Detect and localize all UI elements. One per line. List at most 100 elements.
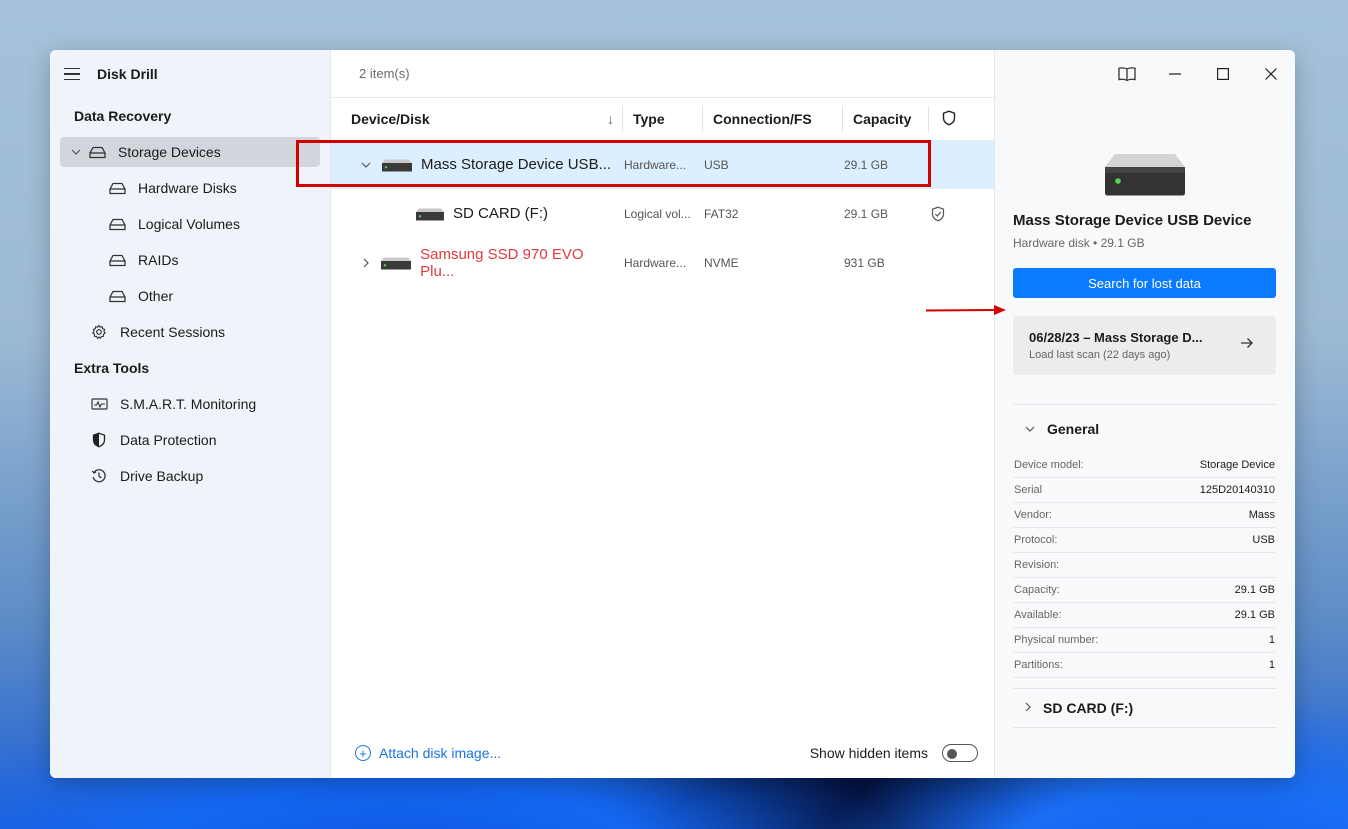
table-header: Device/Disk ↓ Type Connection/FS Capacit… [331, 98, 994, 140]
list-footer: + Attach disk image... Show hidden items [331, 728, 994, 778]
device-subtitle: Hardware disk • 29.1 GB [1013, 236, 1145, 250]
property-row: Partitions: 1 [1013, 653, 1276, 678]
last-scan-subtitle: Load last scan (22 days ago) [1029, 349, 1171, 361]
list-toolbar: 2 item(s) [331, 50, 994, 98]
sidebar-item-other[interactable]: Other [60, 278, 320, 314]
chevron-down-icon[interactable] [357, 162, 375, 168]
drive-icon [108, 251, 126, 269]
monitor-pulse-icon [90, 395, 108, 413]
column-connection-fs[interactable]: Connection/FS [703, 106, 843, 132]
device-connection: NVME [704, 255, 739, 270]
property-row: Revision: [1013, 553, 1276, 578]
table-row[interactable]: SD CARD (F:) Logical vol... FAT32 29.1 G… [331, 189, 994, 238]
general-section-toggle[interactable]: General [1013, 405, 1276, 453]
property-key: Physical number: [1014, 634, 1099, 646]
hard-drive-icon [415, 208, 445, 220]
property-key: Capacity: [1014, 584, 1060, 596]
device-list-pane: 2 item(s) Device/Disk ↓ Type Connection/… [331, 50, 995, 778]
history-icon [90, 467, 108, 485]
show-hidden-toggle[interactable] [942, 744, 978, 762]
chevron-down-icon [1025, 424, 1035, 435]
show-hidden-items: Show hidden items [810, 744, 978, 762]
sidebar-item-raids[interactable]: RAIDs [60, 242, 320, 278]
maximize-icon[interactable] [1199, 50, 1247, 98]
sidebar: Disk Drill Data Recovery Storage Devices… [50, 50, 331, 778]
sidebar-item-logical-volumes[interactable]: Logical Volumes [60, 206, 320, 242]
sidebar-item-label: RAIDs [138, 252, 179, 268]
property-row: Available: 29.1 GB [1013, 603, 1276, 628]
sidebar-item-label: Logical Volumes [138, 216, 240, 232]
partition-sd-card-toggle[interactable]: SD CARD (F:) [1013, 688, 1276, 728]
device-type: Hardware... [624, 157, 687, 172]
annotation-arrow-icon [925, 303, 1006, 315]
gear-icon [90, 323, 108, 341]
sidebar-item-storage-devices[interactable]: Storage Devices [60, 137, 320, 167]
property-key: Device model: [1014, 459, 1084, 471]
protected-shield-check-icon[interactable] [918, 206, 958, 222]
sidebar-item-data-protection[interactable]: Data Protection [60, 422, 320, 458]
column-capacity[interactable]: Capacity [843, 106, 929, 132]
property-value: Storage Device [1199, 459, 1275, 471]
property-key: Available: [1014, 609, 1062, 621]
plus-circle-icon: + [355, 745, 371, 761]
property-value: 29.1 GB [1234, 584, 1275, 596]
column-label: Type [633, 111, 665, 127]
table-row[interactable]: Mass Storage Device USB... Hardware... U… [331, 140, 994, 189]
minimize-icon[interactable] [1151, 50, 1199, 98]
window-controls [1103, 50, 1295, 98]
app-title: Disk Drill [97, 66, 158, 82]
sidebar-item-drive-backup[interactable]: Drive Backup [60, 458, 320, 494]
sidebar-item-label: Data Protection [120, 432, 217, 448]
sidebar-item-smart-monitoring[interactable]: S.M.A.R.T. Monitoring [60, 386, 320, 422]
device-capacity: 29.1 GB [844, 206, 889, 221]
partition-label: SD CARD (F:) [1043, 700, 1134, 716]
property-key: Vendor: [1014, 509, 1052, 521]
show-hidden-label: Show hidden items [809, 745, 928, 761]
load-last-scan-card[interactable]: 06/28/23 – Mass Storage D... Load last s… [1013, 316, 1276, 375]
attach-disk-image-link[interactable]: + Attach disk image... [355, 745, 501, 761]
chevron-right-icon [1025, 702, 1031, 715]
column-protection[interactable] [929, 106, 969, 132]
close-icon[interactable] [1247, 50, 1295, 98]
hard-drive-icon [380, 257, 412, 269]
column-type[interactable]: Type [623, 106, 703, 132]
column-device-disk[interactable]: Device/Disk ↓ [331, 106, 623, 132]
property-row: Vendor: Mass [1013, 503, 1276, 528]
section-extra-tools: Extra Tools [74, 360, 150, 376]
device-connection: USB [704, 157, 729, 172]
sidebar-item-recent-sessions[interactable]: Recent Sessions [60, 314, 320, 350]
property-key: Revision: [1014, 559, 1060, 571]
help-book-icon[interactable] [1103, 50, 1151, 98]
property-key: Partitions: [1014, 659, 1063, 671]
chevron-down-icon[interactable] [70, 149, 82, 155]
search-for-lost-data-button[interactable]: Search for lost data [1013, 268, 1276, 298]
device-type: Hardware... [624, 255, 687, 270]
drive-icon [88, 143, 106, 161]
property-value: 1 [1268, 634, 1275, 646]
disk-drill-window: Disk Drill Data Recovery Storage Devices… [50, 50, 1295, 778]
sidebar-item-hardware-disks[interactable]: Hardware Disks [60, 170, 320, 206]
property-value: 1 [1268, 659, 1275, 671]
property-value: USB [1252, 534, 1275, 546]
device-capacity: 29.1 GB [844, 157, 889, 172]
property-row: Physical number: 1 [1013, 628, 1276, 653]
attach-label: Attach disk image... [379, 745, 502, 761]
sidebar-item-label: Recent Sessions [120, 324, 226, 340]
chevron-right-icon[interactable] [357, 258, 374, 268]
drive-icon [108, 215, 126, 233]
property-key: Protocol: [1014, 534, 1058, 546]
property-value: 29.1 GB [1234, 609, 1275, 621]
property-row: Device model: Storage Device [1013, 453, 1276, 478]
hamburger-menu-icon[interactable] [64, 68, 80, 80]
column-label: Connection/FS [713, 111, 812, 127]
table-row[interactable]: Samsung SSD 970 EVO Plu... Hardware... N… [331, 238, 994, 287]
device-capacity: 931 GB [844, 255, 885, 270]
column-label: Device/Disk [351, 111, 430, 127]
sidebar-header: Disk Drill [50, 50, 330, 98]
sidebar-item-label: Other [138, 288, 174, 304]
property-value: Mass [1248, 509, 1275, 521]
device-type: Logical vol... [624, 206, 691, 221]
property-key: Serial [1014, 484, 1043, 496]
sort-down-icon[interactable]: ↓ [607, 111, 614, 127]
hard-drive-icon [381, 159, 413, 171]
